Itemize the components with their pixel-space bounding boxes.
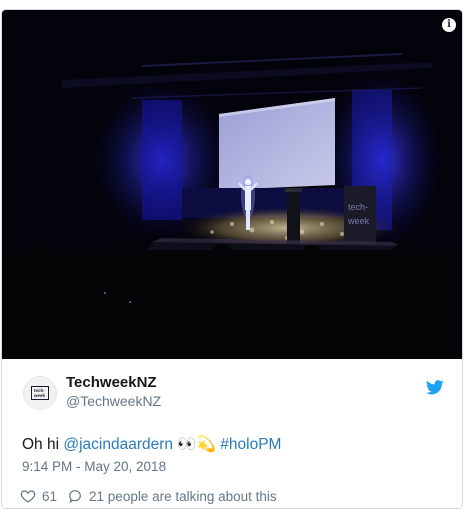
tweet-text: Oh hi @jacindaardern 👀💫 #holoPM (22, 435, 281, 454)
hashtag-link[interactable]: #holoPM (220, 436, 281, 453)
tweet-body: tech- week TechweekNZ @TechweekNZ Oh hi … (2, 359, 462, 508)
sign-text-1: tech- (348, 202, 368, 212)
tweet-card: tech- week i tech- week TechweekNZ @Tech… (1, 9, 463, 509)
mention-link[interactable]: @jacindaardern (63, 436, 173, 453)
techweek-logo: tech- week (31, 386, 49, 400)
reply-bubble-icon[interactable] (67, 488, 83, 504)
tweet-actions: 61 21 people are talking about this (20, 487, 277, 505)
account-name[interactable]: TechweekNZ (66, 374, 157, 391)
account-handle[interactable]: @TechweekNZ (66, 393, 161, 409)
avatar-text-2: week (34, 393, 46, 398)
twitter-bird-icon[interactable] (426, 380, 444, 395)
tweet-photo[interactable]: tech- week i (2, 10, 462, 359)
tweet-emoji: 👀💫 (177, 436, 216, 453)
avatar[interactable]: tech- week (23, 376, 57, 410)
like-count[interactable]: 61 (42, 489, 57, 504)
talking-about-text[interactable]: 21 people are talking about this (89, 489, 277, 504)
info-icon[interactable]: i (442, 18, 456, 32)
heart-icon[interactable] (20, 488, 36, 504)
sign-text-2: week (347, 216, 370, 226)
tweet-prefix: Oh hi (22, 436, 64, 453)
stage-photo: tech- week (2, 10, 462, 359)
tweet-timestamp[interactable]: 9:14 PM - May 20, 2018 (22, 459, 166, 474)
